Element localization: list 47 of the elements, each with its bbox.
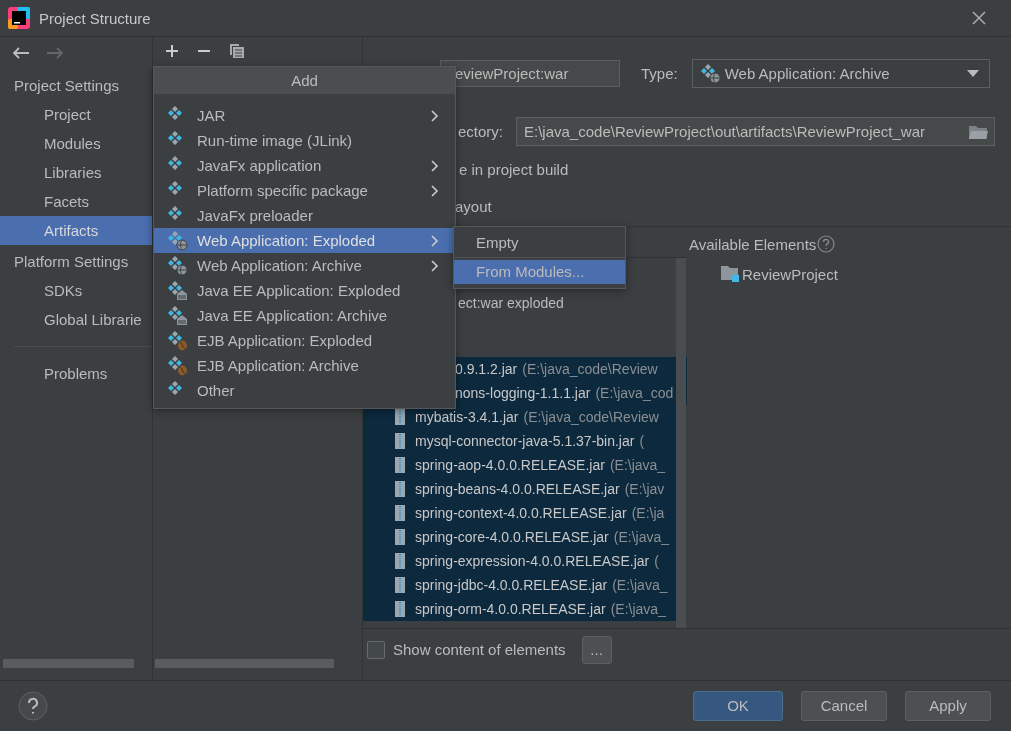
tree-item[interactable]: mysql-connector-java-5.1.37-bin.jar ( xyxy=(363,429,677,453)
menu-title: Add xyxy=(154,67,455,94)
dialog-button[interactable]: Apply xyxy=(905,690,991,721)
tree-item[interactable]: spring-jdbc-4.0.0.RELEASE.jar (E:\java_ xyxy=(363,573,677,597)
sidebar-header: Project Settings xyxy=(13,76,121,96)
menu-item[interactable]: JavaFx preloader xyxy=(154,203,455,228)
more-button[interactable]: ... xyxy=(581,635,612,664)
menu-item[interactable]: Run-time image (JLink) xyxy=(154,128,455,153)
menu-item[interactable]: Web Application: Archive xyxy=(154,253,455,278)
sidebar-item[interactable]: Facets xyxy=(0,187,152,216)
menu-item[interactable]: Platform specific package xyxy=(154,178,455,203)
menu-item[interactable]: Java EE Application: Archive xyxy=(154,303,455,328)
menu-item[interactable]: Web Application: Exploded xyxy=(154,228,455,253)
ok-button[interactable]: OK xyxy=(693,690,783,721)
sidebar-item[interactable]: Problems xyxy=(0,359,152,388)
available-elements-label: Available Elements xyxy=(689,235,817,253)
directory-field[interactable]: E:\java_code\ReviewProject\out\artifacts\ReviewProject_war xyxy=(516,117,995,146)
name-field[interactable]: eviewProject:war xyxy=(440,60,620,87)
sidebar-item[interactable]: SDKs xyxy=(0,276,152,305)
menu-item[interactable]: Java EE Application: Exploded xyxy=(154,278,455,303)
type-dropdown[interactable]: Web Application: Archive xyxy=(691,59,990,88)
directory-label: ectory: xyxy=(458,123,504,140)
sidebar-item[interactable]: Libraries xyxy=(0,158,152,187)
menu-item[interactable]: Empty xyxy=(454,231,625,255)
menu-item[interactable]: EJB Application: Exploded xyxy=(154,328,455,353)
menu-item[interactable]: JavaFx application xyxy=(154,153,455,178)
dialog-button[interactable]: Cancel xyxy=(801,690,887,721)
tree-item[interactable]: spring-orm-4.0.0.RELEASE.jar (E:\java_ xyxy=(363,597,677,621)
sidebar-header: Platform Settings xyxy=(13,252,130,272)
tree-item[interactable]: spring-context-4.0.0.RELEASE.jar (E:\ja xyxy=(363,501,677,525)
tree-item[interactable]: spring-beans-4.0.0.RELEASE.jar (E:\jav xyxy=(363,477,677,501)
tree-item[interactable]: ReviewProject xyxy=(720,265,1011,283)
include-label[interactable]: e in project build xyxy=(459,161,1011,183)
layout-tab[interactable]: ayout xyxy=(455,198,1011,215)
sidebar-item[interactable]: Modules xyxy=(0,129,152,158)
sidebar-item[interactable]: Artifacts xyxy=(0,216,152,245)
tree-item[interactable]: mybatis-3.4.1.jar (E:\java_code\Review xyxy=(363,405,677,429)
sidebar-item[interactable]: Global Librarie xyxy=(0,305,152,334)
tree-item[interactable]: ect:war exploded xyxy=(458,292,687,314)
tree-item[interactable]: spring-expression-4.0.0.RELEASE.jar ( xyxy=(363,549,677,573)
menu-item[interactable]: JAR xyxy=(154,103,455,128)
tree-item[interactable]: spring-aop-4.0.0.RELEASE.jar (E:\java_ xyxy=(363,453,677,477)
window-title: Project Structure xyxy=(39,9,152,27)
type-label: Type: xyxy=(641,65,678,82)
sidebar-item[interactable]: Project xyxy=(0,100,152,129)
checkbox-label: Show content of elements xyxy=(393,641,566,658)
tree-item[interactable]: spring-core-4.0.0.RELEASE.jar (E:\java_ xyxy=(363,525,677,549)
